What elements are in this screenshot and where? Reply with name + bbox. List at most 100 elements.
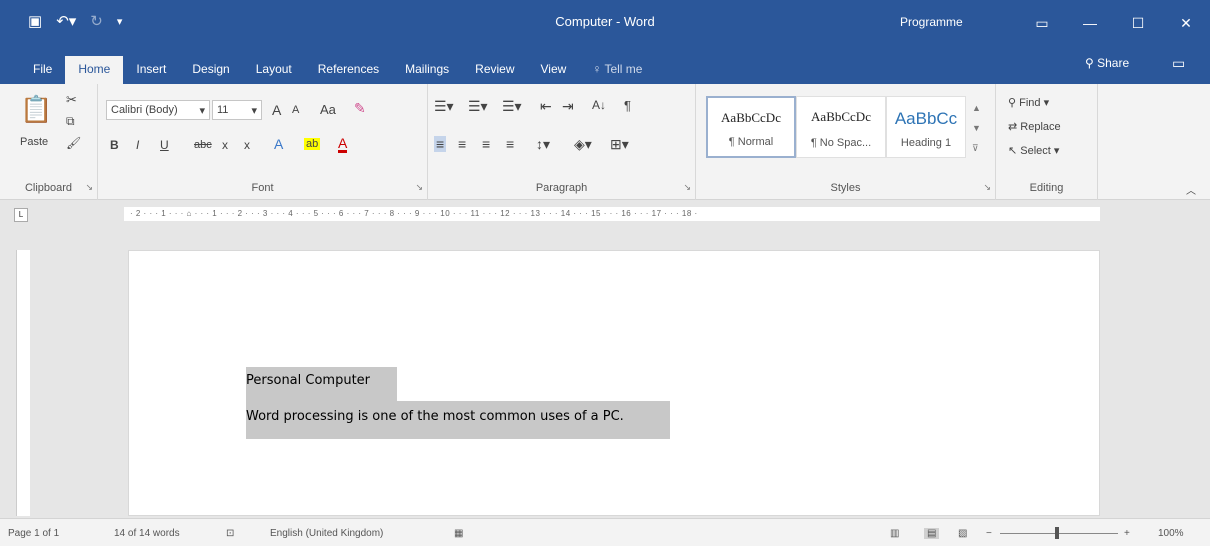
close-icon[interactable]: ✕ <box>1162 0 1210 46</box>
status-bar: Page 1 of 1 14 of 14 words ⊡ English (Un… <box>0 518 1210 546</box>
web-layout-icon[interactable]: ▧ <box>958 528 967 539</box>
tab-view[interactable]: View <box>528 56 580 84</box>
bullets-icon[interactable]: ☰▾ <box>434 98 454 115</box>
zoom-slider-thumb[interactable] <box>1055 527 1059 539</box>
sort-button[interactable]: A↓ <box>592 98 606 112</box>
language-indicator[interactable]: English (United Kingdom) <box>270 528 383 539</box>
change-case-button[interactable]: Aa <box>320 102 336 117</box>
vertical-ruler[interactable] <box>16 250 30 516</box>
document-paragraph[interactable]: Word processing is one of the most commo… <box>246 401 670 439</box>
tab-file[interactable]: File <box>20 56 65 84</box>
paragraph-group: ☰▾ ☰▾ ☰▾ ⇤ ⇥ A↓ ¶ ≡ ≡ ≡ ≡ ↕▾ ◈▾ ⊞▾ Parag… <box>428 84 696 200</box>
highlight-button[interactable]: ab <box>304 138 321 150</box>
tell-me-label: Tell me <box>604 62 643 76</box>
style-name: Heading 1 <box>900 137 952 149</box>
window-controls: ▭ — ☐ ✕ <box>1018 0 1210 46</box>
shading-icon[interactable]: ◈▾ <box>574 136 592 153</box>
styles-label: Styles <box>830 182 861 194</box>
collapse-ribbon-icon[interactable]: ︿ <box>1186 182 1196 197</box>
document-page[interactable]: Personal Computer Word processing is one… <box>128 250 1100 516</box>
comments-icon[interactable]: ▭ <box>1172 55 1185 72</box>
paragraph-launcher-icon[interactable]: ↘ <box>683 182 691 193</box>
style-name: ¶ Normal <box>728 136 774 148</box>
font-color-button[interactable]: A <box>338 136 348 153</box>
tab-design[interactable]: Design <box>179 56 242 84</box>
styles-group: AaBbCcDc ¶ Normal AaBbCcDc ¶ No Spac... … <box>696 84 996 200</box>
find-button[interactable]: ⚲ Find ▾ <box>1008 96 1049 109</box>
format-painter-icon[interactable]: 🖌 <box>66 136 81 150</box>
select-button[interactable]: ↖ Select ▾ <box>1008 144 1059 157</box>
page-count[interactable]: Page 1 of 1 <box>8 528 59 539</box>
show-formatting-button[interactable]: ¶ <box>624 98 631 113</box>
replace-icon: ⇄ <box>1008 121 1021 133</box>
superscript-button[interactable]: x <box>244 138 250 152</box>
line-spacing-icon[interactable]: ↕▾ <box>536 136 550 153</box>
font-size-value: 11 <box>217 104 229 116</box>
tab-insert[interactable]: Insert <box>123 56 179 84</box>
style-normal[interactable]: AaBbCcDc ¶ Normal <box>706 96 796 158</box>
zoom-in-icon[interactable]: + <box>1124 528 1130 539</box>
maximize-icon[interactable]: ☐ <box>1114 0 1162 46</box>
replace-button[interactable]: ⇄ Replace <box>1008 120 1061 133</box>
multilevel-list-icon[interactable]: ☰▾ <box>502 98 522 115</box>
strikethrough-button[interactable]: abc <box>194 139 212 151</box>
editing-label: Editing <box>1029 182 1064 194</box>
copy-icon[interactable]: ⧉ <box>66 114 75 129</box>
cut-icon[interactable]: ✂ <box>66 92 77 108</box>
zoom-level[interactable]: 100% <box>1158 528 1184 539</box>
style-heading-1[interactable]: AaBbCc Heading 1 <box>886 96 966 158</box>
word-count[interactable]: 14 of 14 words <box>114 528 180 539</box>
underline-button[interactable]: U <box>160 138 169 152</box>
grow-font-button[interactable]: A <box>272 102 281 118</box>
account-name[interactable]: Programme <box>900 15 963 29</box>
font-name-combo[interactable]: Calibri (Body) ▾ <box>106 100 210 120</box>
read-mode-icon[interactable]: ▥ <box>890 528 899 539</box>
italic-button[interactable]: I <box>136 138 139 152</box>
tab-review[interactable]: Review <box>462 56 527 84</box>
style-name: ¶ No Spac... <box>810 137 872 149</box>
zoom-slider[interactable] <box>1000 533 1118 534</box>
ribbon: 📋 Paste ✂ ⧉ 🖌 Clipboard ↘ Calibri (Body)… <box>0 84 1210 200</box>
styles-launcher-icon[interactable]: ↘ <box>983 182 991 193</box>
style-sample: AaBbCc <box>894 109 958 128</box>
subscript-button[interactable]: x <box>222 138 228 152</box>
numbering-icon[interactable]: ☰▾ <box>468 98 488 115</box>
text-effects-button[interactable]: A <box>274 136 283 152</box>
justify-icon[interactable]: ≡ <box>506 136 514 152</box>
font-size-combo[interactable]: 11 ▾ <box>212 100 262 120</box>
chevron-down-icon: ▾ <box>199 105 205 117</box>
tab-selector-icon[interactable]: L <box>14 208 28 222</box>
clipboard-launcher-icon[interactable]: ↘ <box>85 182 93 193</box>
paste-icon[interactable]: 📋 <box>20 94 52 125</box>
font-launcher-icon[interactable]: ↘ <box>415 182 423 193</box>
align-left-icon[interactable]: ≡ <box>434 136 447 152</box>
minimize-icon[interactable]: — <box>1066 0 1114 46</box>
bold-button[interactable]: B <box>110 138 119 152</box>
clear-formatting-icon[interactable]: ✎ <box>354 100 366 117</box>
document-heading[interactable]: Personal Computer <box>246 367 397 401</box>
tell-me-box[interactable]: ♀ Tell me <box>579 56 655 84</box>
horizontal-ruler[interactable]: · 2 · · · 1 · · · ⌂ · · · 1 · · · 2 · · … <box>124 207 1100 221</box>
find-icon: ⚲ <box>1008 97 1020 109</box>
clipboard-label: Clipboard <box>24 182 73 194</box>
ribbon-display-icon[interactable]: ▭ <box>1018 0 1066 46</box>
proofing-icon[interactable]: ⊡ <box>226 528 234 539</box>
macro-icon[interactable]: ▦ <box>454 528 463 539</box>
tab-mailings[interactable]: Mailings <box>392 56 462 84</box>
styles-scroll-icon[interactable]: ▲ ▼ ⊽ <box>972 98 981 158</box>
increase-indent-icon[interactable]: ⇥ <box>562 98 574 115</box>
print-layout-icon[interactable]: ▤ <box>924 528 940 539</box>
zoom-out-icon[interactable]: − <box>986 528 992 539</box>
style-no-spacing[interactable]: AaBbCcDc ¶ No Spac... <box>796 96 886 158</box>
align-right-icon[interactable]: ≡ <box>482 136 490 152</box>
tab-home[interactable]: Home <box>65 56 124 84</box>
share-button[interactable]: ⚲ Share <box>1085 56 1129 70</box>
chevron-down-icon: ▾ <box>251 105 257 117</box>
borders-icon[interactable]: ⊞▾ <box>610 136 629 153</box>
paste-button[interactable]: Paste <box>20 136 48 148</box>
tab-layout[interactable]: Layout <box>243 56 305 84</box>
shrink-font-button[interactable]: A <box>292 104 299 116</box>
decrease-indent-icon[interactable]: ⇤ <box>540 98 552 115</box>
align-center-icon[interactable]: ≡ <box>458 136 466 152</box>
tab-references[interactable]: References <box>305 56 392 84</box>
